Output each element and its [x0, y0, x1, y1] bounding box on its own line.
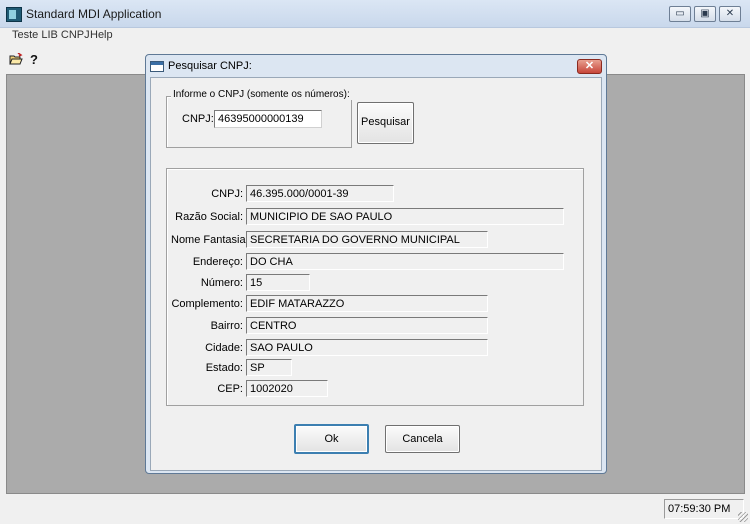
pesquisar-cnpj-dialog: Pesquisar CNPJ: ✕ Informe o CNPJ (soment… [145, 54, 607, 474]
status-bar: 07:59:30 PM [0, 496, 750, 524]
search-group-label: Informe o CNPJ (somente os números): [171, 89, 352, 100]
dialog-body: Informe o CNPJ (somente os números): CNP… [150, 77, 602, 471]
result-label-complemento: Complemento: [171, 298, 243, 310]
dialog-window-icon [150, 61, 164, 72]
menu-bar: Teste LIB CNPJ Help [0, 28, 750, 44]
dialog-close-button[interactable]: ✕ [577, 59, 602, 74]
maximize-button[interactable]: ▣ [694, 6, 716, 22]
result-value-complemento: EDIF MATARAZZO [246, 295, 488, 312]
result-value-nome-fantasia: SECRETARIA DO GOVERNO MUNICIPAL [246, 231, 488, 248]
app-icon [6, 7, 22, 22]
cnpj-input-label: CNPJ: [182, 113, 214, 125]
resize-grip-icon[interactable] [738, 512, 748, 522]
dialog-title: Pesquisar CNPJ: [168, 60, 252, 72]
result-value-cep: 1002020 [246, 380, 328, 397]
menu-help[interactable]: Help [90, 29, 113, 41]
pesquisar-button[interactable]: Pesquisar [357, 102, 414, 144]
cancela-button[interactable]: Cancela [385, 425, 460, 453]
result-value-cnpj: 46.395.000/0001-39 [246, 185, 394, 202]
result-label-numero: Número: [200, 277, 243, 289]
result-value-estado: SP [246, 359, 292, 376]
result-label-endereco: Endereço: [192, 256, 243, 268]
result-label-cep: CEP: [217, 383, 243, 395]
minimize-button[interactable]: ▭ [669, 6, 691, 22]
result-label-bairro: Bairro: [210, 320, 243, 332]
result-label-cidade: Cidade: [205, 342, 243, 354]
status-clock: 07:59:30 PM [664, 499, 744, 519]
main-title-bar: Standard MDI Application ▭ ▣ ✕ [0, 0, 750, 28]
result-value-numero: 15 [246, 274, 310, 291]
result-value-cidade: SAO PAULO [246, 339, 488, 356]
result-value-bairro: CENTRO [246, 317, 488, 334]
help-icon[interactable]: ? [30, 52, 38, 67]
ok-button[interactable]: Ok [294, 424, 369, 454]
result-label-nome-fantasia: Nome Fantasia: [171, 234, 249, 246]
result-label-estado: Estado: [205, 362, 243, 374]
window-title: Standard MDI Application [26, 7, 162, 21]
result-value-razao-social: MUNICIPIO DE SAO PAULO [246, 208, 564, 225]
open-folder-icon[interactable] [9, 52, 23, 65]
cnpj-input[interactable]: 46395000000139 [214, 110, 322, 128]
result-label-razao-social: Razão Social: [175, 211, 243, 223]
result-value-endereco: DO CHA [246, 253, 564, 270]
close-window-button[interactable]: ✕ [719, 6, 741, 22]
menu-teste-lib-cnpj[interactable]: Teste LIB CNPJ [12, 29, 90, 41]
result-label-cnpj: CNPJ: [211, 188, 243, 200]
